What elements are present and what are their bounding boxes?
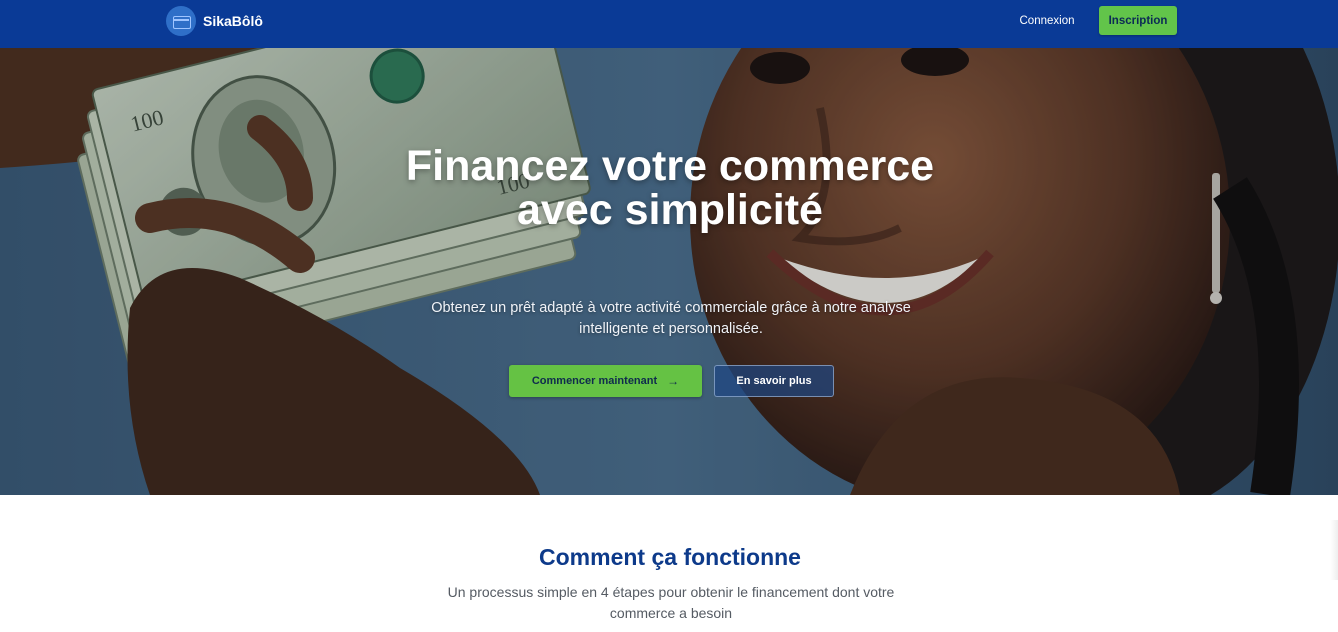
- start-now-label: Commencer maintenant: [531, 375, 658, 387]
- top-navigation-bar: SikaBôlô Connexion Inscription: [0, 0, 1338, 48]
- hero-title: Financez votre commerce avec simplicité: [405, 142, 935, 234]
- signup-button[interactable]: Inscription: [1099, 6, 1177, 35]
- brand-home-link[interactable]: SikaBôlô: [166, 6, 263, 36]
- hero-overlay: [0, 48, 1338, 495]
- hero-section: 100 100 Financez votre commerce avec sim…: [0, 48, 1338, 495]
- start-now-button[interactable]: Commencer maintenant →: [509, 365, 702, 397]
- hero-subtitle: Obtenez un prêt adapté à votre activité …: [431, 300, 911, 337]
- how-it-works-subtitle: Un processus simple en 4 étapes pour obt…: [447, 584, 895, 621]
- scroll-edge: [1330, 520, 1338, 580]
- how-it-works-title: Comment ça fonctionne: [539, 544, 801, 570]
- wallet-icon: [166, 6, 196, 36]
- login-link[interactable]: Connexion: [1012, 10, 1082, 32]
- arrow-right-icon: →: [667, 374, 680, 388]
- learn-more-button[interactable]: En savoir plus: [714, 365, 834, 397]
- brand-name: SikaBôlô: [203, 13, 263, 29]
